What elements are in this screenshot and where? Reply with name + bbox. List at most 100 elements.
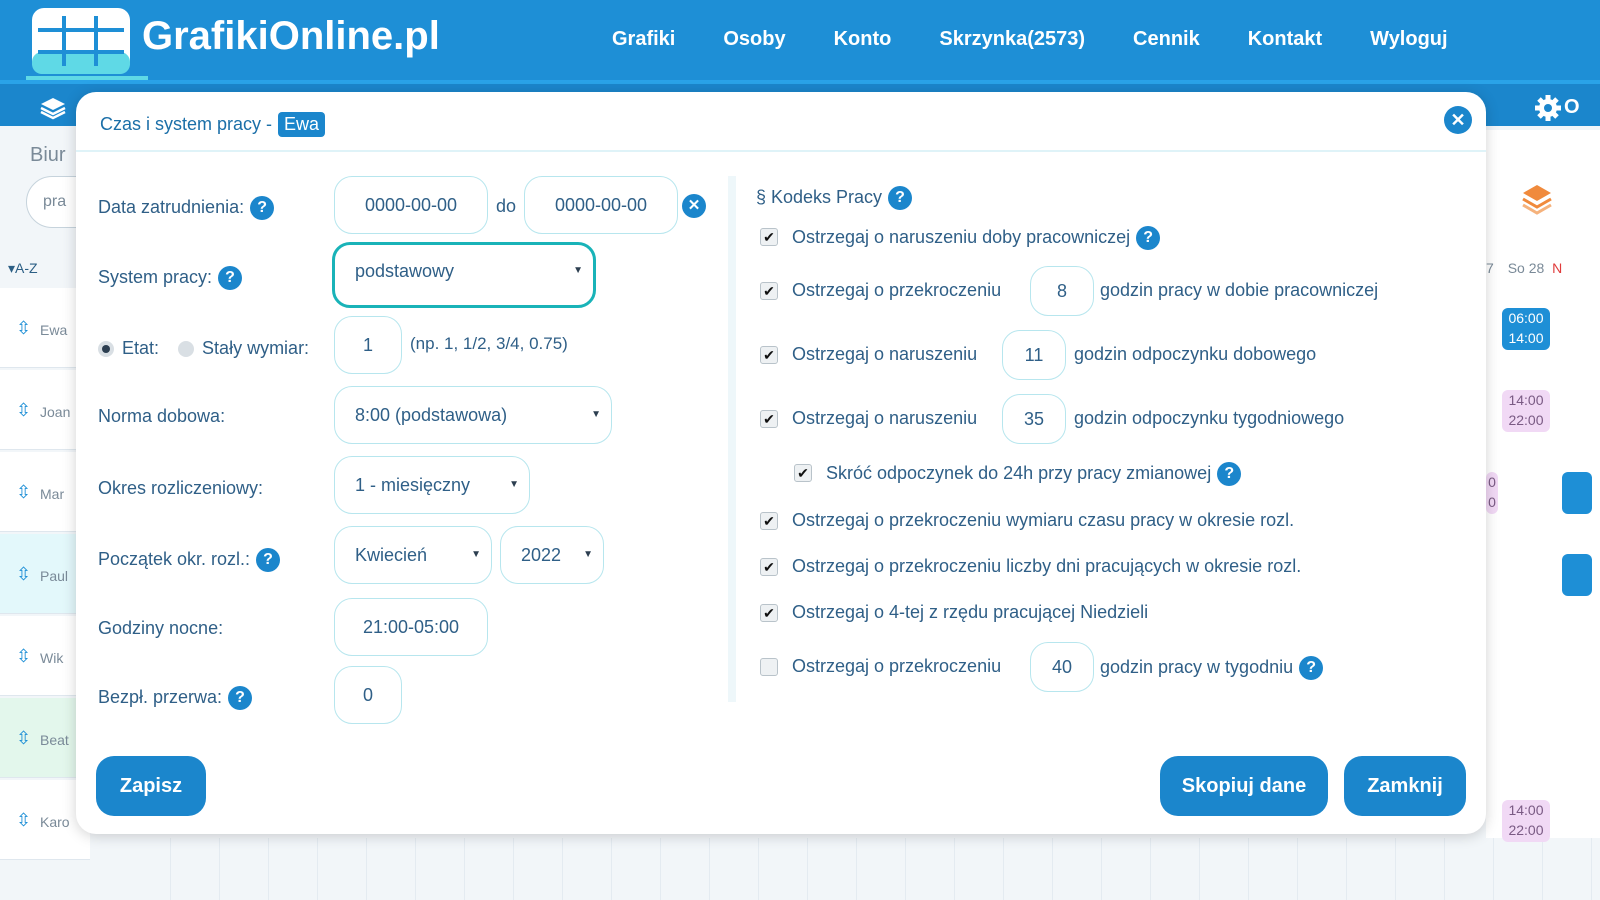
day-header: 7 bbox=[1486, 260, 1494, 276]
help-icon[interactable]: ? bbox=[228, 686, 253, 710]
unpaid-break-label-text: Bezpł. przerwa: bbox=[98, 686, 223, 707]
shift-block[interactable]: 14:00 22:00 bbox=[1502, 390, 1550, 432]
etat-label: Etat: bbox=[122, 338, 160, 358]
person-name: Beat bbox=[40, 732, 69, 748]
shift-start: 14:00 bbox=[1508, 392, 1544, 408]
person-name: Mar bbox=[40, 486, 65, 502]
settings-label[interactable]: O bbox=[1564, 96, 1580, 119]
etat-radio[interactable] bbox=[98, 341, 114, 358]
settlement-start-label: Początek okr. rozl.:? bbox=[98, 548, 281, 572]
nav-skrzynka[interactable]: Skrzynka(2573) bbox=[939, 28, 1085, 51]
reorder-icon[interactable]: ⇳ bbox=[16, 810, 31, 831]
chevron-down-icon: ▼ bbox=[591, 409, 601, 420]
work-system-label: System pracy:? bbox=[98, 266, 243, 290]
schedule-right-columns: 7 So 28 N 06:00 14:00 14:00 22:00 0 0 14… bbox=[1486, 130, 1600, 842]
nav-konto[interactable]: Konto bbox=[834, 28, 892, 51]
rule-9-hours-input[interactable]: 40 bbox=[1030, 642, 1094, 692]
daily-norm-select[interactable]: 8:00 (podstawowa) ▼ bbox=[334, 386, 612, 444]
employment-from-field[interactable]: 0000-00-00 bbox=[334, 176, 488, 234]
rule-9-pre: Ostrzegaj o przekroczeniu bbox=[792, 656, 1002, 676]
nav-kontakt[interactable]: Kontakt bbox=[1248, 28, 1322, 51]
shift-end: 14:00 bbox=[1508, 330, 1544, 346]
rule-3-hours-input[interactable]: 11 bbox=[1002, 330, 1066, 380]
employment-to-field[interactable]: 0000-00-00 bbox=[524, 176, 678, 234]
top-navigation: GrafikiOnline.pl Grafiki Osoby Konto Skr… bbox=[0, 0, 1600, 80]
modal-title: Czas i system pracy - Ewa bbox=[100, 112, 326, 137]
rule-8-checkbox[interactable]: ✔ bbox=[760, 604, 778, 622]
rule-2-checkbox[interactable]: ✔ bbox=[760, 282, 778, 300]
person-name: Joan bbox=[40, 404, 71, 420]
reorder-icon[interactable]: ⇳ bbox=[16, 728, 31, 749]
settlement-start-label-text: Początek okr. rozl.: bbox=[98, 548, 251, 569]
reorder-icon[interactable]: ⇳ bbox=[16, 564, 31, 585]
help-icon[interactable]: ? bbox=[250, 196, 275, 220]
rule-7-checkbox[interactable]: ✔ bbox=[760, 558, 778, 576]
help-icon[interactable]: ? bbox=[256, 548, 281, 572]
unpaid-break-field[interactable]: 0 bbox=[334, 666, 402, 724]
work-system-select[interactable]: podstawowy ▼ bbox=[332, 242, 596, 308]
help-icon[interactable]: ? bbox=[1136, 226, 1161, 250]
reorder-icon[interactable]: ⇳ bbox=[16, 646, 31, 667]
nav-osoby[interactable]: Osoby bbox=[723, 28, 785, 51]
rule-3-checkbox[interactable]: ✔ bbox=[760, 346, 778, 364]
chevron-down-icon: ▼ bbox=[509, 479, 519, 490]
close-icon[interactable]: ✕ bbox=[1444, 106, 1472, 134]
copy-data-button[interactable]: Skopiuj dane bbox=[1160, 756, 1328, 816]
rule-4-pre: Ostrzegaj o naruszeniu bbox=[792, 408, 978, 428]
rule-4-hours-input[interactable]: 35 bbox=[1002, 394, 1066, 444]
help-icon[interactable]: ? bbox=[1217, 462, 1242, 486]
work-time-modal: Czas i system pracy - Ewa ✕ Data zatrudni… bbox=[76, 92, 1486, 834]
night-hours-field[interactable]: 21:00-05:00 bbox=[334, 598, 488, 656]
unpaid-break-label: Bezpł. przerwa:? bbox=[98, 686, 253, 710]
rule-2-hours-input[interactable]: 8 bbox=[1030, 266, 1094, 316]
rule-1-text: Ostrzegaj o naruszeniu doby pracowniczej bbox=[792, 226, 1131, 247]
gear-icon[interactable] bbox=[1534, 94, 1562, 122]
rule-2-pre: Ostrzegaj o przekroczeniu bbox=[792, 280, 1002, 300]
clear-date-icon[interactable]: ✕ bbox=[682, 194, 706, 218]
fixed-label: Stały wymiar: bbox=[202, 338, 310, 358]
layers-icon[interactable] bbox=[40, 96, 66, 120]
rule-9-checkbox[interactable] bbox=[760, 658, 778, 676]
settlement-month-select[interactable]: Kwiecień ▼ bbox=[334, 526, 492, 584]
rule-2-post: godzin pracy w dobie pracowniczej bbox=[1100, 280, 1379, 300]
rule-6-checkbox[interactable]: ✔ bbox=[760, 512, 778, 530]
rule-5-checkbox[interactable]: ✔ bbox=[794, 464, 812, 482]
help-icon[interactable]: ? bbox=[218, 266, 243, 290]
stack-orange-icon[interactable] bbox=[1520, 182, 1554, 216]
rule-6-text: Ostrzegaj o przekroczeniu wymiaru czasu … bbox=[792, 510, 1295, 530]
fixed-radio[interactable] bbox=[178, 341, 195, 358]
settlement-period-select[interactable]: 1 - miesięczny ▼ bbox=[334, 456, 530, 514]
reorder-icon[interactable]: ⇳ bbox=[16, 400, 31, 421]
day-headers: 7 So 28 N bbox=[1486, 260, 1562, 276]
rule-1-checkbox[interactable]: ✔ bbox=[760, 228, 778, 246]
rule-9-post-text: godzin pracy w tygodniu bbox=[1100, 656, 1294, 677]
etat-input[interactable]: 1 bbox=[334, 316, 402, 374]
reorder-icon[interactable]: ⇳ bbox=[16, 318, 31, 339]
shift-block[interactable]: 0 0 bbox=[1486, 472, 1498, 514]
day-header: So 28 bbox=[1507, 260, 1545, 276]
help-icon[interactable]: ? bbox=[888, 186, 913, 210]
shift-block[interactable]: 06:00 14:00 bbox=[1502, 308, 1550, 350]
rule-4-checkbox[interactable]: ✔ bbox=[760, 410, 778, 428]
sort-toggle[interactable]: ▾A-Z bbox=[8, 260, 38, 277]
close-button[interactable]: Zamknij bbox=[1344, 756, 1466, 816]
reorder-icon[interactable]: ⇳ bbox=[16, 482, 31, 503]
shift-block[interactable]: 14:00 22:00 bbox=[1502, 800, 1550, 842]
settlement-period-label: Okres rozliczeniowy: bbox=[98, 478, 264, 498]
nav-wyloguj[interactable]: Wyloguj bbox=[1370, 28, 1447, 51]
chevron-down-icon: ▼ bbox=[471, 549, 481, 560]
column-divider bbox=[728, 176, 736, 702]
shift-block[interactable] bbox=[1562, 472, 1592, 514]
rule-8-text: Ostrzegaj o 4-tej z rzędu pracującej Nie… bbox=[792, 602, 1149, 622]
brand-name[interactable]: GrafikiOnline.pl bbox=[142, 14, 440, 59]
nav-cennik[interactable]: Cennik bbox=[1133, 28, 1200, 51]
help-icon[interactable]: ? bbox=[1299, 656, 1324, 680]
shift-block[interactable] bbox=[1562, 554, 1592, 596]
nav-grafiki[interactable]: Grafiki bbox=[612, 28, 675, 51]
daily-norm-value: 8:00 (podstawowa) bbox=[355, 405, 508, 425]
date-range-to-label: do bbox=[496, 196, 517, 216]
settlement-year-select[interactable]: 2022 ▼ bbox=[500, 526, 604, 584]
shift-start: 14:00 bbox=[1508, 802, 1544, 818]
logo-icon[interactable] bbox=[32, 8, 130, 74]
save-button[interactable]: Zapisz bbox=[96, 756, 206, 816]
